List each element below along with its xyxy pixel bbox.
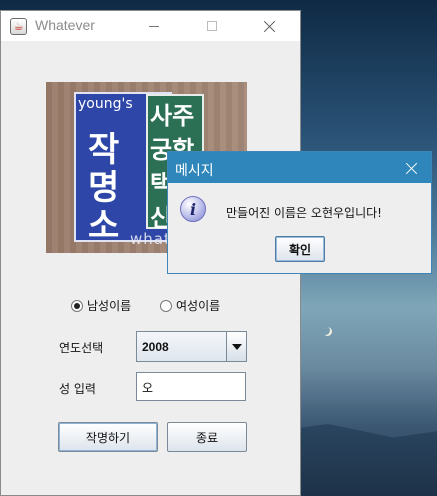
- main-titlebar[interactable]: ☕ Whatever: [1, 11, 300, 41]
- chevron-down-icon: [231, 343, 242, 350]
- info-icon: i: [180, 196, 206, 222]
- photo-green-text: 사주: [150, 102, 195, 130]
- message-dialog: 메시지 i 만들어진 이름은 오현우입니다! 확인: [167, 151, 432, 274]
- radio-indicator[interactable]: [160, 299, 172, 312]
- create-name-button[interactable]: 작명하기: [58, 422, 158, 452]
- surname-input[interactable]: 오: [136, 372, 246, 401]
- close-icon: [406, 162, 418, 174]
- year-combobox[interactable]: 2008: [136, 331, 247, 362]
- year-dropdown-button[interactable]: [226, 332, 246, 361]
- window-title: Whatever: [35, 17, 95, 33]
- dialog-ok-button[interactable]: 확인: [275, 236, 325, 262]
- year-label: 연도선택: [59, 341, 104, 355]
- photo-big-char: 소: [88, 206, 120, 246]
- minimize-button[interactable]: [131, 11, 177, 41]
- surname-label: 성 입력: [59, 382, 96, 396]
- dialog-close-button[interactable]: [393, 152, 431, 183]
- dialog-titlebar[interactable]: 메시지: [168, 152, 431, 183]
- close-icon: [264, 20, 276, 32]
- dialog-title: 메시지: [175, 163, 214, 179]
- radio-male-name[interactable]: 남성이름: [71, 297, 131, 314]
- maximize-icon: [207, 21, 217, 31]
- minimize-icon: [149, 25, 159, 27]
- radio-female-label: 여성이름: [176, 299, 221, 313]
- desktop-background-moon: [321, 326, 330, 335]
- maximize-button: [189, 11, 235, 41]
- year-selected-value: 2008: [142, 340, 169, 354]
- close-button[interactable]: [247, 11, 293, 41]
- photo-brand-text: young's: [78, 96, 133, 112]
- radio-female-name[interactable]: 여성이름: [160, 297, 220, 314]
- radio-indicator-checked[interactable]: [71, 299, 83, 312]
- exit-button[interactable]: 종료: [167, 422, 247, 452]
- radio-male-label: 남성이름: [87, 299, 132, 313]
- dialog-message: 만들어진 이름은 오현우입니다!: [226, 206, 382, 220]
- java-app-icon: ☕: [10, 18, 27, 35]
